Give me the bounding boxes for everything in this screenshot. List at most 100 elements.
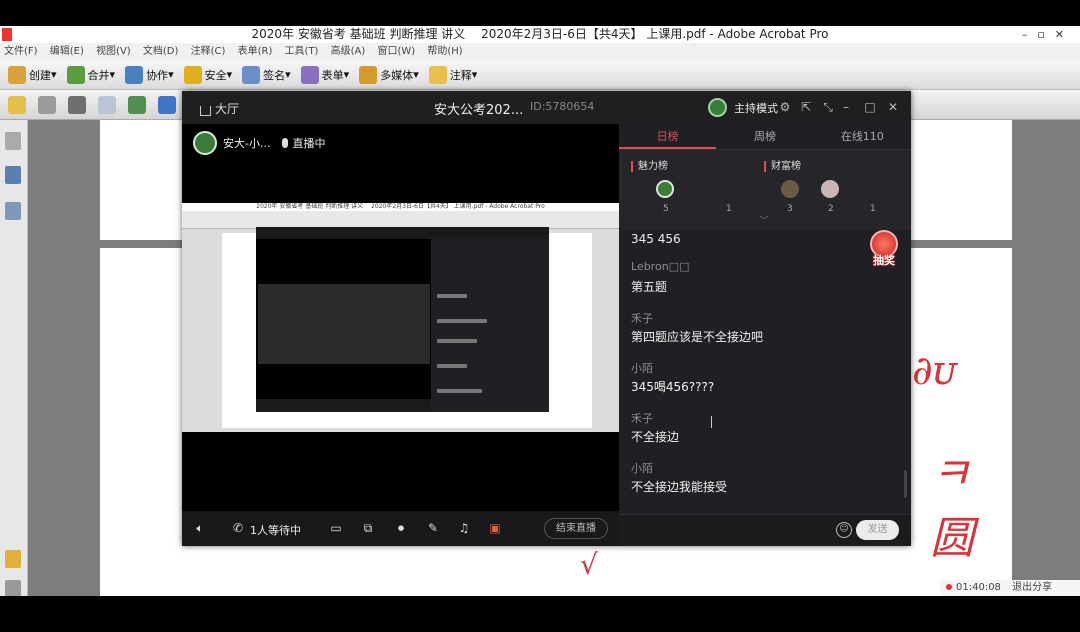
chevron-down-icon[interactable]: ﹀ [756, 217, 772, 227]
open-folder-icon[interactable] [8, 95, 26, 114]
create-button[interactable]: 创建 ▾ [8, 65, 57, 84]
close-icon[interactable]: ✕ [887, 101, 899, 113]
nested-chat [431, 239, 549, 412]
pdf-icon [2, 28, 12, 41]
signatures-icon[interactable] [5, 202, 21, 220]
room-id: ID:5780654 [530, 100, 595, 113]
text-cursor-icon [711, 416, 713, 428]
collapse-icon[interactable]: ⤡ [822, 101, 834, 113]
room-title: 安大公考202... [434, 103, 524, 118]
host-avatar[interactable] [708, 98, 727, 117]
waiting-count[interactable]: 1人等待中 [250, 522, 301, 538]
menu-advanced[interactable]: 高级(A) [331, 46, 366, 57]
menu-forms[interactable]: 表单(R) [238, 46, 273, 57]
phone-icon[interactable]: ✆ [231, 521, 245, 535]
home-label: 大厅 [215, 102, 240, 116]
chat-scrollbar[interactable] [904, 470, 907, 498]
end-live-button[interactable]: 结束直播 [544, 518, 608, 539]
attachment-icon[interactable] [5, 580, 21, 596]
nested-video [256, 239, 431, 399]
pages-icon[interactable] [5, 132, 21, 150]
nested-chat-line [437, 389, 482, 393]
rank-avatar[interactable] [821, 180, 839, 198]
lock-icon [183, 65, 202, 84]
lottery-button[interactable]: 抽奖 [866, 230, 902, 270]
chat-username: 禾子 [631, 412, 653, 425]
live-header: 大厅 安大公考202... ID:5780654 主持模式 ⚙ ⇱ ⤡ – □ … [182, 91, 911, 124]
live-stream-window: 大厅 安大公考202... ID:5780654 主持模式 ⚙ ⇱ ⤡ – □ … [182, 91, 911, 546]
save-icon[interactable] [68, 95, 86, 114]
chat-username: 小陌 [631, 362, 653, 375]
menu-tools[interactable]: 工具(T) [285, 46, 319, 57]
streamer-avatar[interactable] [193, 131, 217, 155]
tab-online[interactable]: 在线110 [814, 124, 911, 149]
menu-document[interactable]: 文档(D) [143, 46, 179, 57]
rank-avatar[interactable] [781, 180, 799, 198]
host-mode-label[interactable]: 主持模式 [734, 100, 778, 116]
side-panel: 日榜 周榜 在线110 魅力榜 财富榜 5 1 3 2 1 ﹀ 345 456 … [619, 124, 911, 546]
secure-button[interactable]: 安全 ▾ [183, 65, 232, 84]
gift-icon[interactable]: ▣ [488, 521, 502, 535]
chat-message-text: 第五题 [631, 280, 668, 294]
minimize-icon[interactable]: – [840, 101, 852, 113]
combine-icon [66, 65, 85, 84]
menu-comments[interactable]: 注释(C) [191, 46, 226, 57]
window-controls[interactable]: –▫✕ [1022, 26, 1074, 43]
home-icon [200, 105, 211, 116]
print-icon[interactable] [38, 95, 56, 114]
email-icon[interactable] [98, 95, 116, 114]
forms-button[interactable]: 表单 ▾ [300, 65, 349, 84]
rank-avatar[interactable] [656, 180, 674, 198]
rank-value: 1 [726, 204, 732, 214]
menu-window[interactable]: 窗口(W) [378, 46, 416, 57]
volume-icon[interactable]: 🔈︎ [193, 521, 207, 535]
sign-button[interactable]: 签名 ▾ [242, 65, 291, 84]
multimedia-button[interactable]: 多媒体 ▾ [359, 65, 419, 84]
microphone-icon[interactable]: ⏺ [394, 521, 408, 535]
emoji-icon[interactable]: ☺ [836, 522, 852, 538]
home-button[interactable]: 大厅 [200, 100, 239, 117]
chat-username: 小陌 [631, 462, 653, 475]
screen-share-view: 2020年 安徽省考 基础班 判断推理 讲义 2020年2月3日-6日【共4天】… [182, 203, 619, 432]
chat-list[interactable]: 345 456 Lebron□□ 第五题 禾子 第四题应该是不全接边吧 小陌 3… [619, 230, 911, 514]
share-status-strip: 01:40:08 退出分享 [940, 580, 1080, 596]
collaborate-button[interactable]: 协作 ▾ [125, 65, 174, 84]
menu-file[interactable]: 文件(F) [4, 46, 38, 57]
camera-off-icon[interactable]: ▭ [329, 521, 343, 535]
multimedia-icon [359, 65, 378, 84]
video-area[interactable]: 安大-小... 直播中 2020年 安徽省考 基础班 判断推理 讲义 2020年… [182, 124, 619, 511]
menu-edit[interactable]: 编辑(E) [50, 46, 84, 57]
settings-icon[interactable]: ⚙ [779, 101, 791, 113]
edit-icon[interactable]: ✎ [426, 521, 440, 535]
comment-button[interactable]: 注释 ▾ [428, 65, 477, 84]
maximize-icon[interactable]: □ [864, 101, 876, 113]
comments-panel-icon[interactable] [5, 550, 21, 568]
tab-daily[interactable]: 日榜 [619, 124, 717, 149]
navigation-rail [0, 120, 28, 596]
refresh-icon[interactable] [128, 95, 146, 114]
nested-chat-line [437, 294, 467, 298]
bookmarks-icon[interactable] [5, 166, 21, 184]
rank-value: 3 [787, 204, 793, 214]
rank-value: 2 [828, 204, 834, 214]
rank-value: 1 [870, 204, 876, 214]
red-annotation: ㅋ圆 [930, 449, 974, 564]
up-arrow-icon[interactable] [158, 95, 176, 114]
music-icon[interactable]: ♫ [457, 521, 471, 535]
menu-view[interactable]: 视图(V) [96, 46, 131, 57]
combine-button[interactable]: 合并 ▾ [66, 65, 115, 84]
screen-share-icon[interactable]: ⧉ [361, 521, 375, 535]
video-controls: 🔈︎ ✆ 1人等待中 ▭ ⧉ ⏺ ✎ ♫ ▣ 结束直播 [182, 511, 619, 546]
lottery-label: 抽奖 [873, 254, 895, 267]
menu-help[interactable]: 帮助(H) [427, 46, 462, 57]
chat-message-text: 不全接边我能接受 [631, 480, 728, 494]
exit-share-button[interactable]: 退出分享 [1012, 582, 1052, 593]
acrobat-task-toolbar: 创建 ▾ 合并 ▾ 协作 ▾ 安全 ▾ 签名 ▾ 表单 ▾ 多媒体 ▾ 注释 ▾ [0, 60, 1080, 90]
recording-dot-icon [946, 584, 952, 590]
charm-ranking-label: 魅力榜 [631, 161, 668, 172]
tab-weekly[interactable]: 周榜 [716, 124, 813, 149]
popout-icon[interactable]: ⇱ [800, 101, 812, 113]
shared-screen-live-window [256, 227, 549, 412]
send-button[interactable]: 发送 [856, 520, 899, 540]
streamer-name: 安大-小... [223, 137, 271, 150]
